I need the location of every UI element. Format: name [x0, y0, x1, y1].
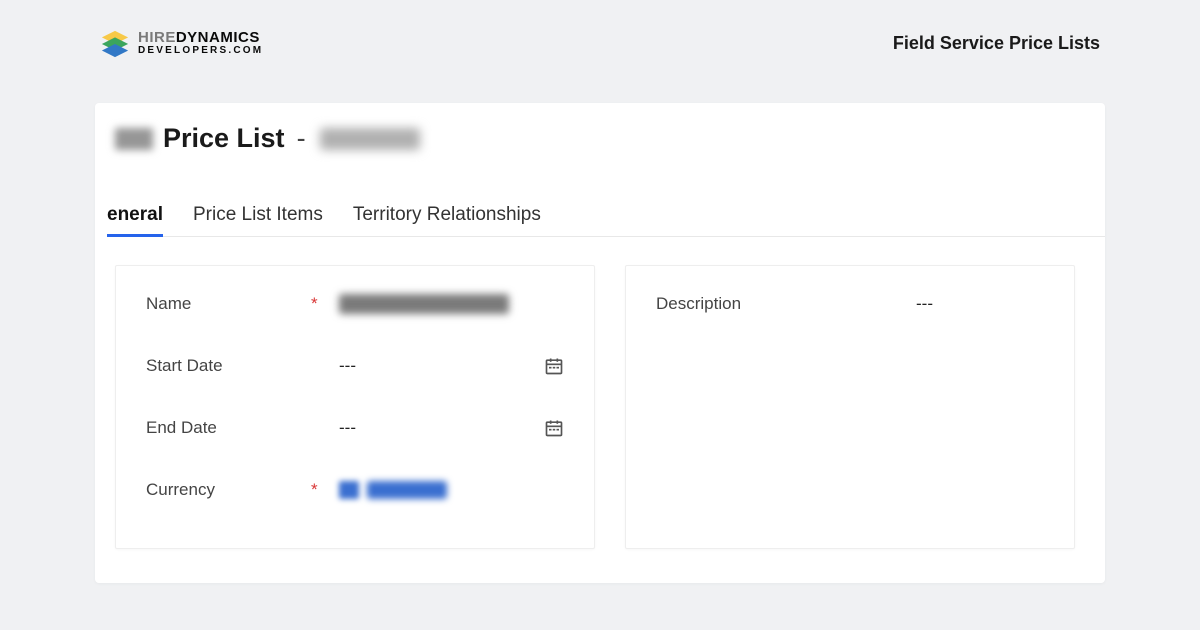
description-value[interactable]: ---	[916, 294, 933, 314]
form-right-panel: Description ---	[625, 265, 1075, 549]
tab-price-list-items[interactable]: Price List Items	[193, 204, 323, 236]
record-title-separator: -	[297, 123, 306, 154]
record-card: Price List - eneral Price List Items Ter…	[95, 103, 1105, 583]
field-name-row: Name *	[146, 290, 564, 318]
record-name-redacted	[320, 128, 420, 150]
end-date-field[interactable]: ---	[339, 418, 564, 438]
logo-subtext-suffix: .COM	[228, 45, 263, 56]
page-title: Field Service Price Lists	[893, 33, 1100, 54]
currency-lookup-icon	[339, 481, 359, 499]
name-field[interactable]	[339, 294, 564, 314]
record-title-row: Price List -	[115, 123, 1075, 154]
entity-icon	[115, 128, 153, 150]
record-title: Price List	[163, 123, 285, 154]
field-currency-label: Currency	[146, 480, 311, 500]
tab-row: eneral Price List Items Territory Relati…	[115, 204, 1105, 237]
required-indicator: *	[311, 480, 321, 500]
end-date-value: ---	[339, 418, 356, 438]
start-date-value: ---	[339, 356, 356, 376]
tab-general[interactable]: eneral	[107, 204, 163, 236]
field-end-date-label: End Date	[146, 418, 311, 438]
currency-field[interactable]	[339, 481, 564, 499]
stack-icon	[100, 28, 130, 58]
logo-text-suffix: DYNAMICS	[176, 29, 260, 46]
form-left-panel: Name * Start Date ---	[115, 265, 595, 549]
field-start-date-row: Start Date ---	[146, 352, 564, 380]
calendar-icon[interactable]	[544, 356, 564, 376]
tab-territory-relationships[interactable]: Territory Relationships	[353, 204, 541, 236]
field-end-date-row: End Date ---	[146, 414, 564, 442]
page-frame: HIREDYNAMICS DEVELOPERS.COM Field Servic…	[0, 0, 1200, 630]
field-description-label: Description	[656, 294, 896, 314]
start-date-field[interactable]: ---	[339, 356, 564, 376]
currency-value-redacted	[367, 481, 447, 499]
field-description-row: Description ---	[656, 290, 1044, 318]
logo-subtext-prefix: DEVELOPERS	[138, 45, 228, 56]
calendar-icon[interactable]	[544, 418, 564, 438]
required-indicator: *	[311, 294, 321, 314]
logo-text-prefix: HIRE	[138, 29, 176, 46]
brand-logo-text: HIREDYNAMICS DEVELOPERS.COM	[138, 30, 263, 56]
brand-logo: HIREDYNAMICS DEVELOPERS.COM	[100, 28, 263, 58]
header-bar: HIREDYNAMICS DEVELOPERS.COM Field Servic…	[95, 28, 1105, 58]
name-value-redacted	[339, 294, 509, 314]
field-name-label: Name	[146, 294, 311, 314]
field-start-date-label: Start Date	[146, 356, 311, 376]
form-area: Name * Start Date ---	[95, 265, 1075, 549]
field-currency-row: Currency *	[146, 476, 564, 504]
